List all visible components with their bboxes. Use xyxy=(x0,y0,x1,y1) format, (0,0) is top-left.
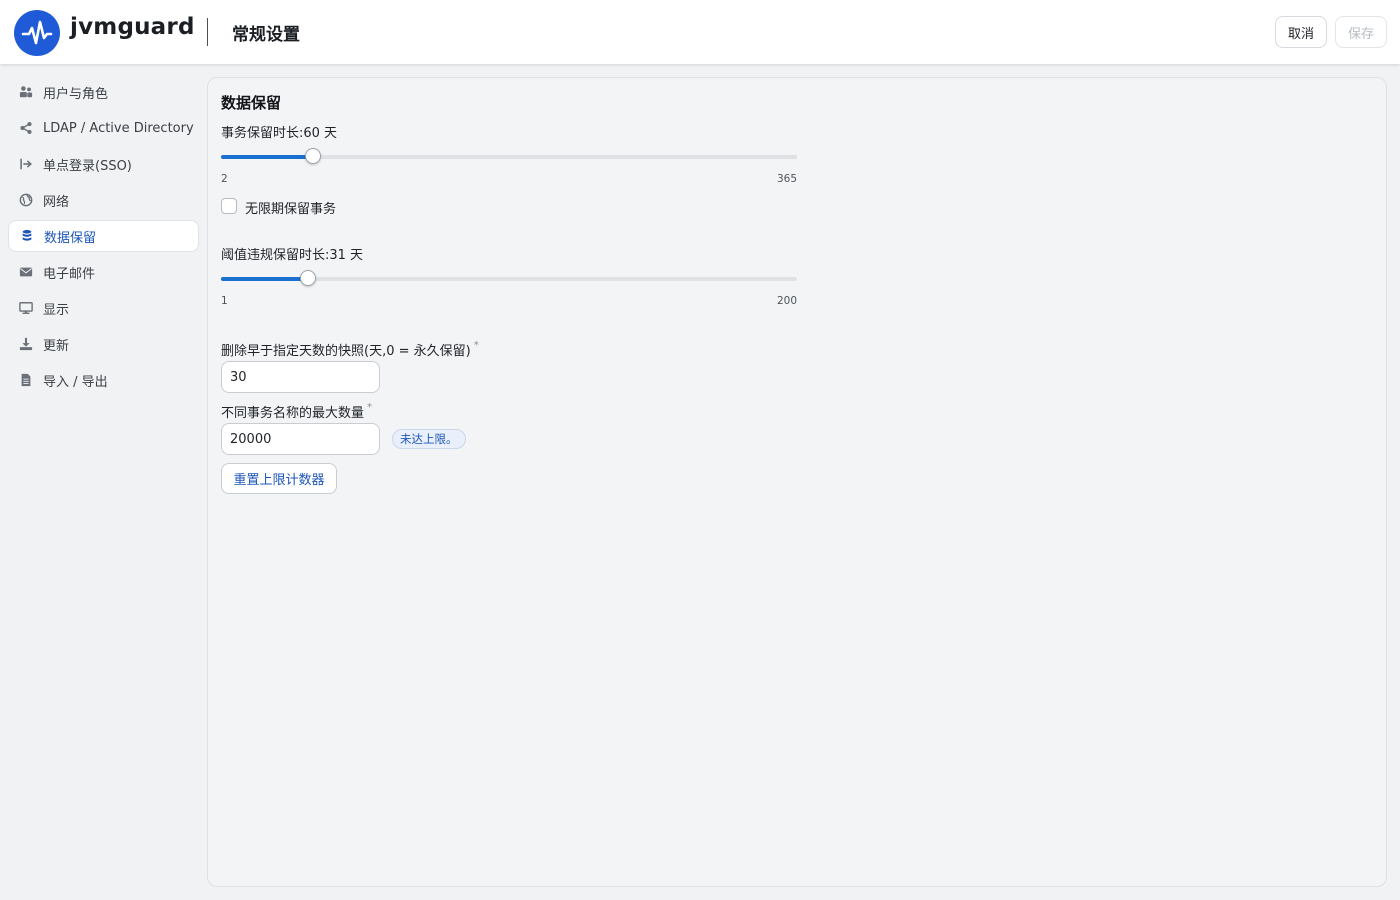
page-title: 常规设置 xyxy=(232,25,300,45)
sidebar-item-ldap[interactable]: LDAP / Active Directory xyxy=(8,112,199,144)
header-divider xyxy=(207,18,208,46)
violation-retention-slider[interactable] xyxy=(221,270,797,286)
sidebar-item-update[interactable]: 更新 xyxy=(8,328,199,360)
unlimited-retention-checkbox[interactable] xyxy=(221,198,237,214)
unlimited-retention-label: 无限期保留事务 xyxy=(245,202,337,217)
slider-thumb[interactable] xyxy=(305,148,321,164)
sidebar-item-label: 单点登录(SSO) xyxy=(43,158,132,174)
max-transaction-names-label: 不同事务名称的最大数量 * xyxy=(221,402,373,421)
sidebar-item-label: 数据保留 xyxy=(44,230,97,246)
slider-max-label: 365 xyxy=(777,173,798,185)
sidebar-item-label: 用户与角色 xyxy=(43,86,109,102)
database-icon xyxy=(19,228,35,244)
sidebar-item-import-export[interactable]: 导入 / 导出 xyxy=(8,364,199,396)
sidebar-item-label: 电子邮件 xyxy=(43,266,96,282)
sidebar-item-data-retention[interactable]: 数据保留 xyxy=(8,220,199,252)
save-button[interactable]: 保存 xyxy=(1335,16,1387,48)
transaction-retention-slider[interactable] xyxy=(221,148,797,164)
slider-max-label: 200 xyxy=(777,295,798,307)
globe-icon xyxy=(18,192,34,208)
sidebar-item-label: 更新 xyxy=(43,338,70,354)
download-icon xyxy=(18,336,34,352)
data-retention-panel: 数据保留 事务保留时长:60 天 2 365 无限期保留事务 阈值违规保留时长:… xyxy=(207,77,1387,887)
share-icon xyxy=(18,120,34,136)
snapshot-days-label: 删除早于指定天数的快照(天,0 = 永久保留) * xyxy=(221,340,479,359)
cancel-button[interactable]: 取消 xyxy=(1275,16,1327,48)
slider-thumb[interactable] xyxy=(300,270,316,286)
settings-sidebar: 用户与角色 LDAP / Active Directory 单点登录(SSO) … xyxy=(8,76,199,400)
max-transaction-names-input[interactable] xyxy=(221,423,380,455)
slider-min-label: 1 xyxy=(221,295,228,307)
sidebar-item-label: 导入 / 导出 xyxy=(43,374,108,390)
sidebar-item-label: 网络 xyxy=(43,194,70,210)
brand-name: jvmguard xyxy=(70,14,195,40)
transaction-retention-label: 事务保留时长:60 天 xyxy=(221,126,338,141)
limit-status-badge: 未达上限。 xyxy=(392,429,466,449)
slider-min-label: 2 xyxy=(221,173,228,185)
sidebar-item-sso[interactable]: 单点登录(SSO) xyxy=(8,148,199,180)
sidebar-item-users-roles[interactable]: 用户与角色 xyxy=(8,76,199,108)
app-header: jvmguard 常规设置 取消 保存 xyxy=(0,0,1400,64)
file-icon xyxy=(18,372,34,388)
sidebar-item-display[interactable]: 显示 xyxy=(8,292,199,324)
users-icon xyxy=(18,84,34,100)
monitor-icon xyxy=(18,300,34,316)
slider-fill xyxy=(221,277,308,281)
logo-pulse-icon xyxy=(14,10,60,56)
envelope-icon xyxy=(18,264,34,280)
sidebar-item-email[interactable]: 电子邮件 xyxy=(8,256,199,288)
sidebar-item-network[interactable]: 网络 xyxy=(8,184,199,216)
slider-fill xyxy=(221,155,313,159)
reset-limit-counter-button[interactable]: 重置上限计数器 xyxy=(221,463,337,494)
violation-retention-label: 阈值违规保留时长:31 天 xyxy=(221,248,364,263)
sidebar-item-label: 显示 xyxy=(43,302,70,318)
sidebar-item-label: LDAP / Active Directory xyxy=(43,120,194,136)
sign-in-icon xyxy=(18,156,34,172)
snapshot-days-input[interactable] xyxy=(221,361,380,393)
section-title: 数据保留 xyxy=(221,94,282,112)
